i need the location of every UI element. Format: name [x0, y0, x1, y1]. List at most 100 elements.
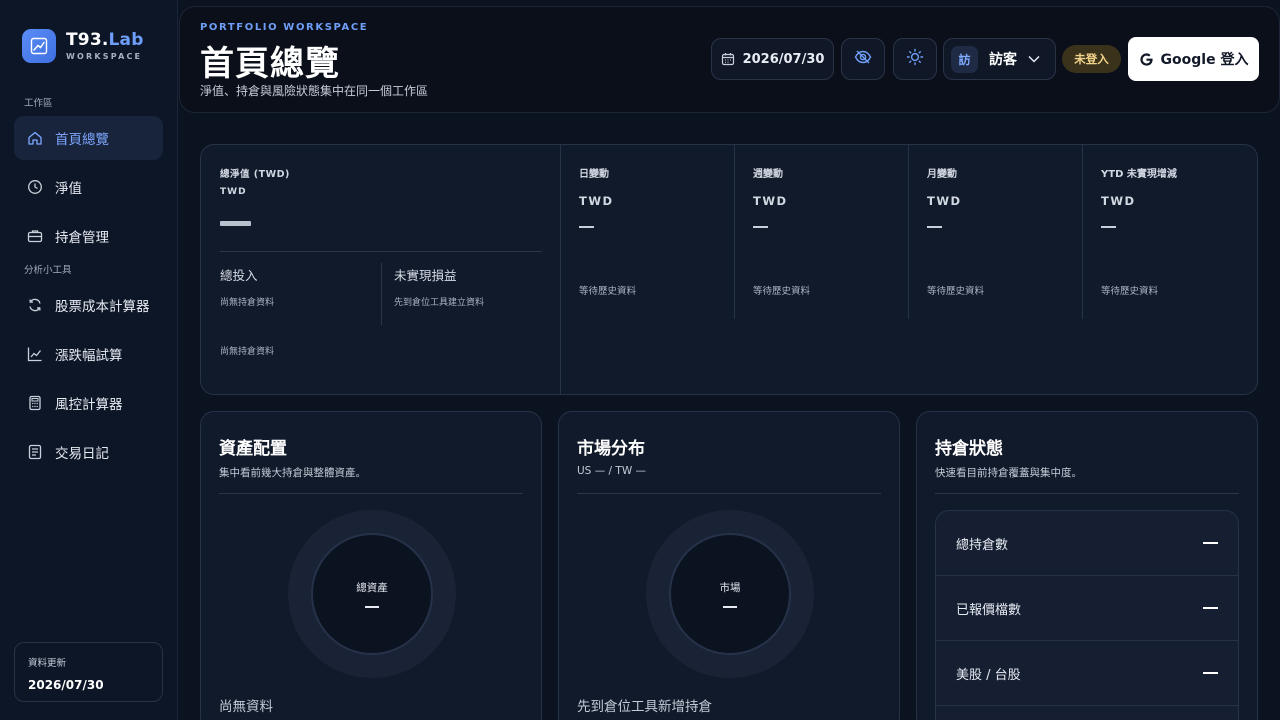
- home-icon: [26, 129, 44, 147]
- unrealized-pnl-note: 先到倉位工具建立資料: [394, 298, 485, 308]
- metric-note: 等待歷史資料: [1101, 286, 1159, 297]
- metric-currency: TWD: [579, 194, 614, 208]
- total-invested-note: 尚無持倉資料: [220, 298, 275, 308]
- metric-label: 週變動: [753, 169, 783, 180]
- metric-empty-dash: [927, 226, 942, 228]
- metric-empty-dash: [1101, 226, 1116, 228]
- stat-label: 總持倉數: [956, 537, 1009, 553]
- net-value-panel: 總淨值 (TWD) TWD 總投入 尚無持倉資料 未實現損益 先到倉位工具建立資…: [201, 145, 561, 394]
- metric-currency: TWD: [927, 194, 962, 208]
- section-label-workspace: 工作區: [24, 98, 53, 109]
- metric-monthly-change: 月變動 TWD 等待歷史資料: [909, 145, 1083, 319]
- card-title: 持倉狀態: [935, 439, 1003, 459]
- card-description: 快速看目前持倉覆蓋與集中度。: [935, 467, 1082, 479]
- journal-icon: [26, 443, 44, 461]
- user-menu-button[interactable]: 訪 訪客: [943, 38, 1056, 80]
- chevron-down-icon: [1027, 52, 1041, 66]
- sidebar-item-label: 持倉管理: [55, 230, 109, 246]
- google-login-label: Google 登入: [1160, 52, 1249, 68]
- unrealized-pnl-label: 未實現損益: [394, 268, 457, 283]
- sidebar-item-label: 漲跌幅試算: [55, 348, 123, 364]
- sidebar-item-trade-journal[interactable]: 交易日記: [14, 430, 163, 474]
- total-invested: 總投入 尚無持倉資料: [220, 265, 274, 308]
- net-value-label: 總淨值 (TWD): [220, 169, 290, 180]
- summary-card: 總淨值 (TWD) TWD 總投入 尚無持倉資料 未實現損益 先到倉位工具建立資…: [200, 144, 1258, 395]
- market-donut: 市場: [646, 510, 814, 678]
- brand-name: T93.Lab: [66, 30, 144, 50]
- date-picker-button[interactable]: 2026/07/30: [711, 38, 834, 80]
- card-description: US — / TW —: [577, 465, 647, 477]
- empty-state-text: 尚無資料: [219, 699, 273, 715]
- data-update-box: 資料更新 2026/07/30: [14, 642, 163, 702]
- metric-currency: TWD: [753, 194, 788, 208]
- metric-ytd-unrealized: YTD 未實現增減 TWD 等待歷史資料: [1083, 145, 1257, 319]
- sidebar-item-cost-calculator[interactable]: 股票成本計算器: [14, 283, 163, 327]
- donut-empty-dash: [365, 606, 379, 608]
- metric-note: 等待歷史資料: [579, 286, 637, 297]
- unrealized-pnl: 未實現損益 先到倉位工具建立資料: [394, 265, 484, 308]
- empty-state-text: 先到倉位工具新增持倉: [577, 699, 712, 715]
- metric-note: 等待歷史資料: [753, 286, 811, 297]
- card-title: 市場分布: [577, 439, 645, 459]
- sidebar-item-holdings[interactable]: 持倉管理: [14, 214, 163, 258]
- brand[interactable]: T93.Lab WORKSPACE: [22, 29, 144, 63]
- list-item: 總持倉數: [936, 511, 1238, 576]
- card-description: 集中看前幾大持倉與整體資產。: [219, 467, 366, 479]
- sidebar-item-label: 淨值: [55, 181, 82, 197]
- donut-empty-dash: [723, 606, 737, 608]
- refresh-icon: [26, 296, 44, 314]
- card-title: 資產配置: [219, 439, 287, 459]
- metric-currency: TWD: [1101, 194, 1136, 208]
- sidebar: T93.Lab WORKSPACE 工作區 首頁總覽 淨值 持倉管理 分析小工具…: [0, 0, 178, 720]
- stat-empty-dash: [1203, 607, 1218, 609]
- stat-label: 已報價檔數: [956, 602, 1022, 618]
- page-header: PORTFOLIO WORKSPACE 首頁總覽 淨值、持倉與風險狀態集中在同一…: [179, 6, 1280, 113]
- sun-icon: [906, 48, 924, 70]
- eye-off-icon: [854, 48, 872, 70]
- theme-toggle-button[interactable]: [893, 38, 937, 80]
- sidebar-item-overview[interactable]: 首頁總覽: [14, 116, 163, 160]
- metric-empty-dash: [579, 226, 594, 228]
- net-value-masked: [220, 221, 251, 226]
- metric-label: YTD 未實現增減: [1101, 169, 1177, 180]
- briefcase-icon: [26, 227, 44, 245]
- stat-empty-dash: [1203, 672, 1218, 674]
- sidebar-item-risk-calculator[interactable]: 風控計算器: [14, 381, 163, 425]
- page-description: 淨值、持倉與風險狀態集中在同一個工作區: [200, 84, 429, 98]
- divider: [219, 493, 523, 494]
- asset-allocation-card: 資產配置 集中看前幾大持倉與整體資產。 總資產 尚無資料: [200, 411, 542, 720]
- sidebar-item-label: 風控計算器: [55, 397, 123, 413]
- data-update-label: 資料更新: [28, 658, 67, 669]
- section-label-tools: 分析小工具: [24, 265, 72, 276]
- sidebar-item-net-value[interactable]: 淨值: [14, 165, 163, 209]
- stat-empty-dash: [1203, 542, 1218, 544]
- login-status-badge: 未登入: [1062, 45, 1121, 73]
- metric-empty-dash: [753, 226, 768, 228]
- user-name: 訪客: [989, 52, 1017, 68]
- summary-footer-note: 尚無持倉資料: [220, 347, 275, 357]
- brand-subtitle: WORKSPACE: [66, 52, 143, 61]
- net-value-currency: TWD: [220, 187, 247, 197]
- stat-label: 美股 / 台股: [956, 667, 1021, 683]
- donut-center-label: 總資產: [356, 582, 388, 594]
- clock-icon: [26, 178, 44, 196]
- google-login-button[interactable]: Google 登入: [1128, 37, 1259, 81]
- total-invested-label: 總投入: [220, 268, 258, 283]
- calculator-icon: [26, 394, 44, 412]
- divider: [220, 251, 542, 252]
- hide-values-button[interactable]: [841, 38, 885, 80]
- sidebar-item-change-calculator[interactable]: 漲跌幅試算: [14, 332, 163, 376]
- metric-daily-change: 日變動 TWD 等待歷史資料: [561, 145, 735, 319]
- divider: [935, 493, 1239, 494]
- sidebar-item-label: 股票成本計算器: [55, 299, 150, 315]
- trend-icon: [26, 345, 44, 363]
- metric-note: 等待歷史資料: [927, 286, 985, 297]
- metric-label: 日變動: [579, 169, 609, 180]
- metric-weekly-change: 週變動 TWD 等待歷史資料: [735, 145, 909, 319]
- page-title: 首頁總覽: [200, 44, 340, 84]
- holdings-stat-list: 總持倉數 已報價檔數 美股 / 台股: [935, 510, 1239, 720]
- market-distribution-card: 市場分布 US — / TW — 市場 先到倉位工具新增持倉: [558, 411, 900, 720]
- sidebar-item-label: 交易日記: [55, 446, 109, 462]
- list-item: 已報價檔數: [936, 576, 1238, 641]
- page-eyebrow: PORTFOLIO WORKSPACE: [200, 22, 369, 33]
